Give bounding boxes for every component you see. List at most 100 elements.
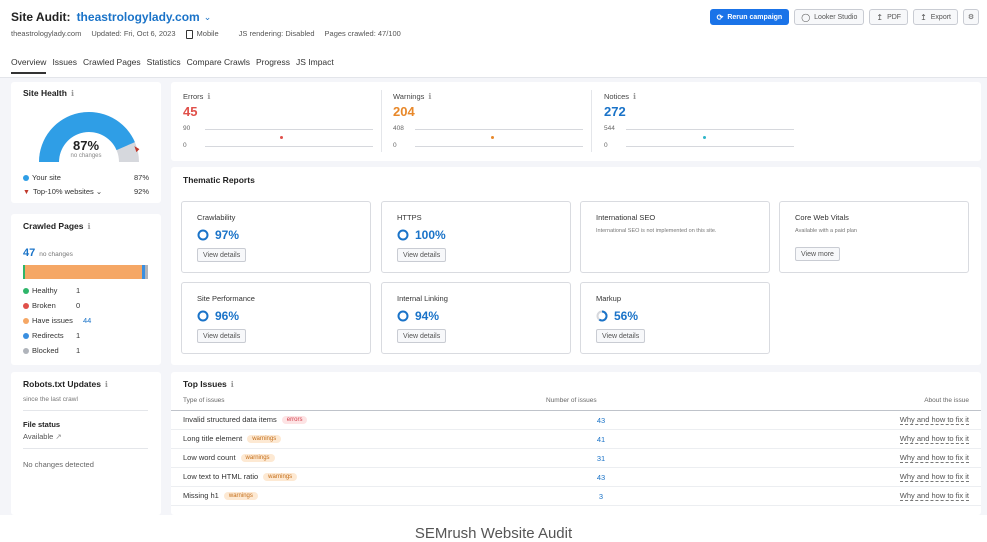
issue-count[interactable]: 43 bbox=[591, 473, 611, 482]
card-score: 100% bbox=[397, 228, 446, 242]
top-value: 92% bbox=[133, 187, 149, 196]
crawled-stacked-bar bbox=[23, 265, 148, 279]
issue-count[interactable]: 41 bbox=[591, 435, 611, 444]
why-how-fix-link[interactable]: Why and how to fix it bbox=[899, 491, 969, 501]
score-ring-icon bbox=[397, 310, 409, 322]
site-health-title: Site Health ℹ bbox=[23, 88, 74, 98]
crawled-row-redirects[interactable]: Redirects 1 bbox=[23, 331, 80, 340]
why-how-fix-link[interactable]: Why and how to fix it bbox=[899, 415, 969, 425]
divider bbox=[23, 410, 148, 411]
tab-statistics[interactable]: Statistics bbox=[147, 57, 181, 74]
thematic-reports-title: Thematic Reports bbox=[183, 175, 255, 185]
errors-min-line bbox=[205, 146, 373, 147]
crawled-row-label: Healthy bbox=[32, 286, 58, 295]
triangle-down-icon: ▼ bbox=[23, 189, 30, 196]
robots-txt-panel: Robots.txt Updates ℹ since the last crawl… bbox=[11, 372, 161, 515]
crawled-row-label: Redirects bbox=[32, 331, 64, 340]
issue-count[interactable]: 3 bbox=[591, 492, 611, 501]
issue-tag: errors bbox=[281, 415, 308, 424]
crawled-row-healthy[interactable]: Healthy 1 bbox=[23, 286, 80, 295]
your-site-value: 87% bbox=[133, 173, 149, 182]
table-row[interactable]: Invalid structured data items errors 43 W… bbox=[171, 411, 981, 430]
card-score: 94% bbox=[397, 309, 439, 323]
notices-metric[interactable]: Notices ℹ 272 544 0 bbox=[604, 92, 794, 149]
refresh-icon: ⟳ bbox=[716, 12, 724, 22]
notices-axis-max: 544 bbox=[604, 125, 615, 132]
file-status-value[interactable]: Available ↗ bbox=[23, 432, 62, 441]
your-site-dot bbox=[23, 175, 29, 182]
crawled-row-blocked[interactable]: Blocked 1 bbox=[23, 346, 80, 355]
report-card-international-seo[interactable]: International SEO International SEO is n… bbox=[580, 201, 770, 273]
column-header-type: Type of issues bbox=[183, 397, 225, 404]
view-more-button[interactable]: View more bbox=[795, 247, 840, 261]
tab-crawled-pages[interactable]: Crawled Pages bbox=[83, 57, 141, 74]
why-how-fix-link[interactable]: Why and how to fix it bbox=[899, 453, 969, 463]
warnings-trend-point bbox=[491, 136, 494, 139]
info-icon[interactable]: ℹ bbox=[87, 222, 90, 231]
issue-count[interactable]: 31 bbox=[591, 454, 611, 463]
report-card-crawlability[interactable]: Crawlability 97% View details bbox=[181, 201, 371, 273]
info-icon[interactable]: ℹ bbox=[231, 380, 234, 389]
view-details-button[interactable]: View details bbox=[197, 329, 247, 343]
site-health-percent: 87% bbox=[72, 138, 100, 153]
report-card-internal-linking[interactable]: Internal Linking 94% View details bbox=[381, 282, 571, 354]
score-ring-icon bbox=[596, 310, 608, 322]
tab-progress[interactable]: Progress bbox=[256, 57, 290, 74]
pdf-button[interactable]: ↥ PDF bbox=[869, 9, 909, 25]
view-details-button[interactable]: View details bbox=[197, 248, 247, 262]
table-row[interactable]: Low text to HTML ratio warnings 43 Why an… bbox=[171, 468, 981, 487]
why-how-fix-link[interactable]: Why and how to fix it bbox=[899, 472, 969, 482]
settings-button[interactable]: ⚙ bbox=[963, 9, 979, 25]
view-details-button[interactable]: View details bbox=[397, 329, 447, 343]
external-link-icon: ↗ bbox=[55, 432, 62, 441]
score-ring-icon bbox=[197, 229, 209, 241]
image-caption: SEMrush Website Audit bbox=[414, 525, 573, 542]
top-issues-panel: Top Issues ℹ Type of issues Number of iss… bbox=[171, 372, 981, 515]
legend-top-websites[interactable]: ▼ Top-10% websites ⌄ 92% bbox=[23, 187, 149, 196]
crawled-pages-title-text: Crawled Pages bbox=[23, 221, 84, 231]
table-row[interactable]: Low word count warnings 31 Why and how to… bbox=[171, 449, 981, 468]
top-label-text: Top-10% websites bbox=[32, 187, 94, 196]
your-site-label-text: Your site bbox=[32, 173, 61, 182]
top-issues-title: Top Issues ℹ bbox=[183, 379, 234, 389]
info-icon[interactable]: ℹ bbox=[71, 89, 74, 98]
crawled-count-value: 47 bbox=[23, 247, 36, 259]
report-card-core-web-vitals[interactable]: Core Web Vitals Available with a paid pl… bbox=[779, 201, 969, 273]
crawled-row-broken[interactable]: Broken 0 bbox=[23, 301, 80, 310]
view-details-button[interactable]: View details bbox=[397, 248, 447, 262]
top-issues-title-text: Top Issues bbox=[183, 379, 227, 389]
info-icon: ℹ bbox=[428, 92, 432, 101]
view-details-button[interactable]: View details bbox=[596, 329, 646, 343]
crawled-pages-panel: Crawled Pages ℹ 47 no changes Healthy 1 Bro… bbox=[11, 214, 161, 365]
report-card-https[interactable]: HTTPS 100% View details bbox=[381, 201, 571, 273]
crawled-count[interactable]: 47 no changes bbox=[23, 247, 73, 259]
pdf-label: PDF bbox=[887, 13, 902, 21]
tab-js-impact[interactable]: JS Impact bbox=[296, 57, 334, 74]
info-icon[interactable]: ℹ bbox=[105, 380, 108, 389]
warnings-metric[interactable]: Warnings ℹ 204 408 0 bbox=[393, 92, 583, 149]
score-ring-icon bbox=[197, 310, 209, 322]
chevron-down-icon[interactable]: ⌄ bbox=[204, 12, 212, 23]
meta-device-label: Mobile bbox=[196, 29, 219, 38]
issue-name-text: Low text to HTML ratio bbox=[183, 472, 259, 481]
why-how-fix-link[interactable]: Why and how to fix it bbox=[899, 434, 969, 444]
report-card-site-performance[interactable]: Site Performance 96% View details bbox=[181, 282, 371, 354]
report-card-markup[interactable]: Markup 56% View details bbox=[580, 282, 770, 354]
page-title: Site Audit: theastrologylady.com ⌄ bbox=[11, 10, 211, 24]
table-row[interactable]: Missing h1 warnings 3 Why and how to fix … bbox=[171, 487, 981, 506]
errors-metric[interactable]: Errors ℹ 45 90 0 bbox=[183, 92, 373, 149]
export-button[interactable]: ↥ Export bbox=[913, 9, 958, 25]
card-score: 97% bbox=[197, 228, 239, 242]
domain-selector[interactable]: theastrologylady.com bbox=[77, 10, 200, 24]
issue-count[interactable]: 43 bbox=[591, 416, 611, 425]
table-row[interactable]: Long title element warnings 41 Why and ho… bbox=[171, 430, 981, 449]
looker-studio-button[interactable]: ◯ Looker Studio bbox=[794, 9, 865, 25]
tab-overview[interactable]: Overview bbox=[11, 57, 47, 74]
issue-name-text: Missing h1 bbox=[183, 491, 219, 500]
rerun-campaign-button[interactable]: ⟳ Rerun campaign bbox=[709, 9, 790, 25]
tab-issues[interactable]: Issues bbox=[52, 57, 77, 74]
thematic-reports-panel: Thematic Reports Crawlability 97% View d… bbox=[171, 167, 981, 365]
tab-compare-crawls[interactable]: Compare Crawls bbox=[187, 57, 250, 74]
crawled-row-have-issues[interactable]: Have issues 44 bbox=[23, 316, 91, 325]
chevron-down-icon: ⌄ bbox=[95, 187, 103, 196]
